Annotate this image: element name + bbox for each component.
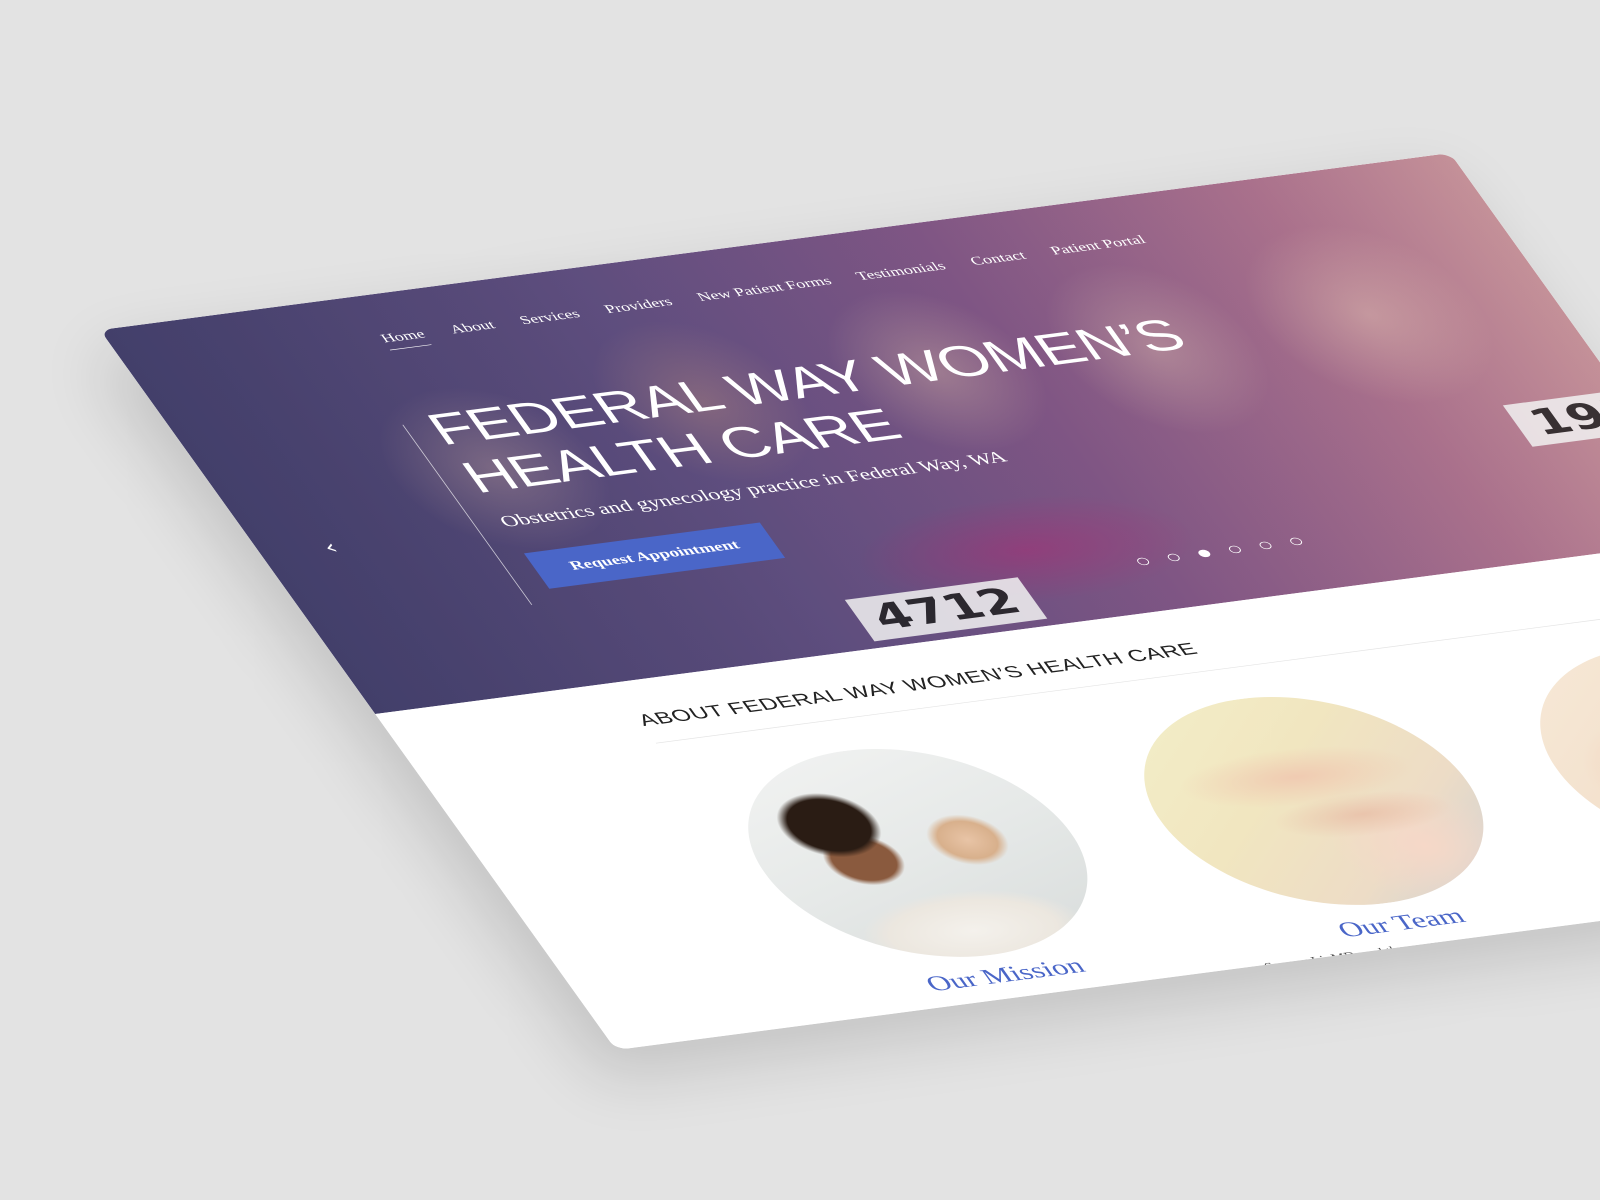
- team-image[interactable]: [1087, 678, 1540, 924]
- mockup-stage: 4712 195 Home About Services Providers N…: [0, 0, 1600, 1200]
- our-mission-link[interactable]: Our Mission: [844, 944, 1166, 1007]
- carousel-dot-icon[interactable]: [1165, 553, 1182, 562]
- carousel-dot-icon[interactable]: [1226, 545, 1243, 554]
- mission-image[interactable]: [691, 730, 1144, 975]
- card-image[interactable]: [1483, 627, 1600, 872]
- website-page: 4712 195 Home About Services Providers N…: [100, 153, 1600, 1050]
- carousel-dot-icon[interactable]: [1196, 549, 1213, 558]
- carousel-dot-icon[interactable]: [1257, 541, 1274, 550]
